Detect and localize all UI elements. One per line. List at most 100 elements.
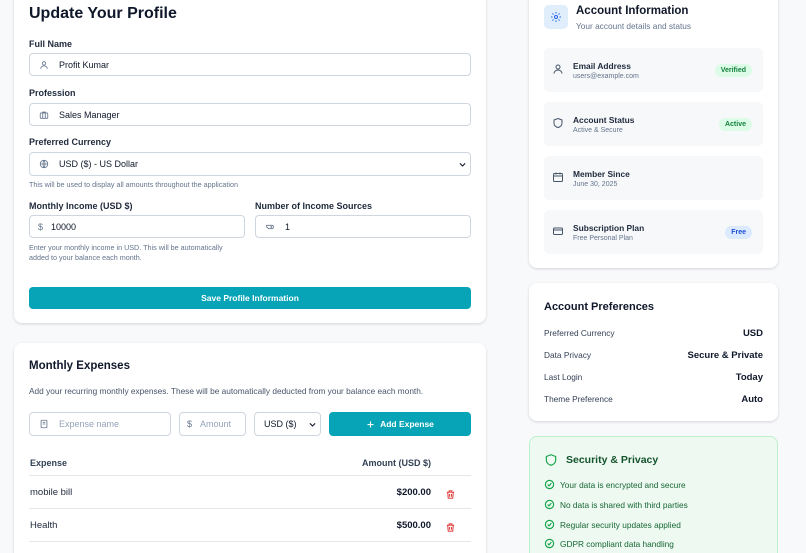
expense-amount-placeholder: Amount bbox=[200, 419, 232, 429]
pref-value: Auto bbox=[741, 393, 763, 405]
profession-value: Sales Manager bbox=[59, 109, 120, 120]
expense-amount-input[interactable]: $ Amount bbox=[179, 412, 246, 436]
full-name-field[interactable]: Profit Kumar bbox=[29, 53, 471, 76]
profile-title: Update Your Profile bbox=[29, 5, 177, 22]
sources-value: 1 bbox=[285, 221, 291, 232]
receipt-icon bbox=[37, 417, 51, 431]
account-title: Account Information bbox=[576, 5, 689, 17]
profession-field[interactable]: Sales Manager bbox=[29, 103, 471, 126]
info-title: Email Address bbox=[573, 61, 631, 71]
security-item: Regular security updates applied bbox=[544, 519, 681, 530]
expense-name: mobile bill bbox=[30, 486, 73, 498]
security-item-text: Regular security updates applied bbox=[560, 519, 681, 530]
expenses-description: Add your recurring monthly expenses. The… bbox=[29, 386, 424, 396]
security-item: Your data is encrypted and secure bbox=[544, 479, 686, 490]
status-badge: Verified bbox=[714, 64, 752, 77]
add-expense-button[interactable]: Add Expense bbox=[329, 412, 471, 436]
user-icon bbox=[37, 58, 51, 72]
col-expense: Expense bbox=[30, 458, 68, 468]
profession-label: Profession bbox=[29, 88, 76, 98]
income-label: Monthly Income (USD $) bbox=[29, 201, 133, 211]
user-icon bbox=[552, 62, 566, 76]
security-item: GDPR compliant data handling bbox=[544, 538, 674, 549]
info-sub: June 30, 2025 bbox=[573, 181, 618, 188]
income-hint-line2: added to your balance each month. bbox=[29, 253, 142, 262]
income-hint-line1: Enter your monthly income in USD. This w… bbox=[29, 243, 223, 252]
credit-card-icon bbox=[552, 224, 566, 238]
info-title: Member Since bbox=[573, 169, 630, 179]
currency-label: Preferred Currency bbox=[29, 137, 112, 147]
add-expense-label: Add Expense bbox=[380, 419, 434, 429]
pref-row-currency: Preferred Currency USD bbox=[544, 326, 763, 340]
income-prefix: $ bbox=[38, 221, 44, 232]
currency-select[interactable]: USD ($) - US Dollar bbox=[29, 152, 471, 176]
chevron-down-icon bbox=[458, 160, 467, 169]
calendar-icon bbox=[552, 170, 566, 184]
info-title: Account Status bbox=[573, 115, 635, 125]
expense-currency-value: USD ($) bbox=[264, 419, 297, 429]
expense-amount: $500.00 bbox=[396, 519, 431, 531]
pref-row-privacy: Data Privacy Secure & Private bbox=[544, 348, 763, 362]
table-row: Health $500.00 bbox=[29, 509, 471, 542]
income-value: 10000 bbox=[51, 221, 77, 232]
col-amount: Amount (USD $) bbox=[362, 458, 431, 468]
pref-key: Preferred Currency bbox=[544, 328, 615, 338]
pref-key: Data Privacy bbox=[544, 350, 592, 360]
chevron-down-icon bbox=[308, 420, 317, 429]
expense-currency-select[interactable]: USD ($) bbox=[254, 412, 321, 436]
full-name-label: Full Name bbox=[29, 39, 73, 49]
save-profile-button[interactable]: Save Profile Information bbox=[29, 287, 471, 309]
pref-row-theme: Theme Preference Auto bbox=[544, 392, 763, 406]
expense-amount-prefix: $ bbox=[187, 419, 193, 429]
expense-name: Health bbox=[30, 519, 58, 531]
expenses-title: Monthly Expenses bbox=[29, 360, 130, 372]
full-name-value: Profit Kumar bbox=[59, 59, 110, 70]
security-item: No data is shared with third parties bbox=[544, 499, 688, 510]
sources-field[interactable]: 1 bbox=[255, 215, 471, 238]
globe-icon bbox=[37, 157, 51, 171]
security-item-text: No data is shared with third parties bbox=[560, 499, 688, 510]
trash-icon[interactable] bbox=[445, 487, 456, 499]
pref-value: Today bbox=[735, 371, 763, 383]
info-item-subscription: Subscription Plan Free Personal Plan Fre… bbox=[544, 210, 763, 254]
save-profile-label: Save Profile Information bbox=[201, 293, 299, 303]
status-badge: Active bbox=[718, 118, 752, 131]
security-title: Security & Privacy bbox=[566, 454, 659, 466]
info-sub: users@example.com bbox=[573, 73, 639, 80]
expense-table-header: Expense Amount (USD $) bbox=[29, 454, 471, 476]
info-item-email: Email Address users@example.com Verified bbox=[544, 48, 763, 92]
pref-value: Secure & Private bbox=[687, 349, 763, 361]
sources-label: Number of Income Sources bbox=[255, 201, 373, 211]
table-row: mobile bill $200.00 bbox=[29, 476, 471, 509]
pref-value: USD bbox=[742, 327, 763, 339]
income-field[interactable]: $ 10000 bbox=[29, 215, 245, 238]
security-item-text: Your data is encrypted and secure bbox=[560, 479, 686, 490]
check-circle-icon bbox=[544, 499, 555, 510]
expense-name-input[interactable]: Expense name bbox=[29, 412, 171, 436]
preferences-title: Account Preferences bbox=[544, 301, 655, 313]
plus-icon bbox=[366, 420, 375, 429]
info-title: Subscription Plan bbox=[573, 223, 645, 233]
wallet-icon bbox=[263, 220, 277, 234]
security-item-text: GDPR compliant data handling bbox=[560, 538, 674, 549]
currency-select-value: USD ($) - US Dollar bbox=[59, 159, 139, 169]
pref-key: Last Login bbox=[544, 372, 583, 382]
check-circle-icon bbox=[544, 538, 555, 549]
plan-badge: Free bbox=[725, 226, 752, 239]
info-sub: Active & Secure bbox=[573, 127, 623, 134]
trash-icon[interactable] bbox=[445, 520, 456, 532]
gear-icon bbox=[544, 5, 568, 29]
shield-icon bbox=[544, 453, 558, 467]
check-circle-icon bbox=[544, 519, 555, 530]
briefcase-icon bbox=[37, 108, 51, 122]
info-sub: Free Personal Plan bbox=[573, 235, 633, 242]
check-circle-icon bbox=[544, 479, 555, 490]
info-item-member-since: Member Since June 30, 2025 bbox=[544, 156, 763, 200]
pref-row-last-login: Last Login Today bbox=[544, 370, 763, 384]
expense-amount: $200.00 bbox=[396, 486, 431, 498]
currency-hint: This will be used to display all amounts… bbox=[29, 180, 238, 189]
info-item-status: Account Status Active & Secure Active bbox=[544, 102, 763, 146]
account-subtitle: Your account details and status bbox=[576, 21, 692, 31]
shield-icon bbox=[552, 116, 566, 130]
pref-key: Theme Preference bbox=[544, 394, 613, 404]
